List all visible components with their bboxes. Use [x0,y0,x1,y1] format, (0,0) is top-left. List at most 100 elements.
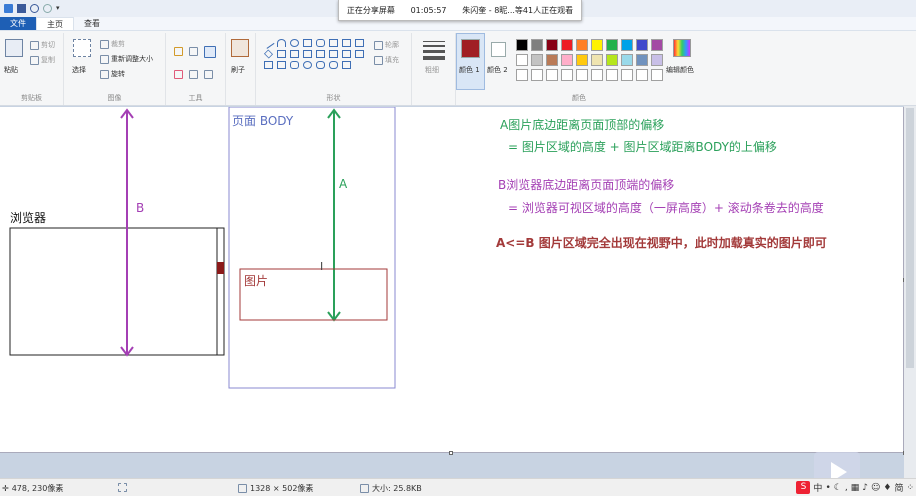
resize-button[interactable]: 重新调整大小 [100,54,153,64]
color1-button: 颜色 1 [459,65,480,75]
magnifier-icon[interactable] [204,70,213,79]
palette-swatch[interactable] [651,39,663,51]
color-picker-icon[interactable] [189,70,198,79]
hexagon-shape-icon[interactable] [290,50,299,58]
palette-swatch[interactable] [546,54,558,66]
vertical-scrollbar[interactable] [904,106,916,478]
cut-button[interactable]: 剪切 [30,40,55,50]
palette-swatch[interactable] [621,39,633,51]
palette-swatch[interactable] [561,39,573,51]
palette-swatch[interactable] [636,39,648,51]
crop-button[interactable]: 裁剪 [100,39,125,49]
custom-palette-swatch[interactable] [531,69,543,81]
palette-swatch[interactable] [561,54,573,66]
fill-bucket-icon [374,55,383,65]
redo-icon[interactable] [43,4,52,13]
pentagon-shape-icon[interactable] [277,50,286,58]
custom-palette-swatch[interactable] [636,69,648,81]
triangle-shape-icon[interactable] [342,39,351,47]
scrollbar-thumb[interactable] [906,108,914,368]
outline-button[interactable]: 轮廓 [374,40,399,50]
palette-swatch[interactable] [606,39,618,51]
palette-swatch[interactable] [651,54,663,66]
diamond-shape-icon[interactable] [263,49,274,59]
palette-swatch[interactable] [606,54,618,66]
five-point-star-shape-icon[interactable] [264,61,273,69]
palette-swatch[interactable] [531,54,543,66]
fill-icon[interactable] [189,47,198,56]
ime-chinese-toggle[interactable]: 中 [813,481,822,494]
custom-palette-swatch[interactable] [546,69,558,81]
line-shape-icon[interactable] [262,37,275,49]
cloud-callout-shape-icon[interactable] [316,61,325,69]
paste-button[interactable]: 粘贴 [4,65,18,75]
left-arrow-shape-icon[interactable] [316,50,325,58]
pencil-icon[interactable] [174,47,183,56]
custom-palette-swatch[interactable] [576,69,588,81]
rounded-callout-shape-icon[interactable] [290,61,299,69]
oval-shape-icon[interactable] [290,39,299,47]
up-arrow-shape-icon[interactable] [329,50,338,58]
dropdown-icon[interactable]: ▾ [56,4,65,13]
palette-swatch[interactable] [636,54,648,66]
curve-shape-icon[interactable] [277,39,286,47]
custom-palette-swatch[interactable] [651,69,663,81]
ime-logo-icon[interactable]: S [796,481,811,494]
eraser-icon[interactable] [174,70,183,79]
tab-home[interactable]: 主页 [36,17,74,30]
custom-palette-swatch[interactable] [561,69,573,81]
keyboard-icon[interactable]: ▦ [851,483,860,493]
four-point-star-shape-icon[interactable] [355,50,364,58]
color2-button[interactable]: 颜色 2 [487,65,508,75]
moon-icon[interactable]: ☾ [834,483,842,493]
palette-swatch[interactable] [516,54,528,66]
cursor-position-text: 478, 230像素 [11,484,64,493]
heart-shape-icon[interactable] [329,61,338,69]
tab-file[interactable]: 文件 [0,17,36,30]
drawing-canvas[interactable]: I 浏览器 B 页面 BODY A 图片 A图片底边距离页面顶部的偏移 = 图片… [0,107,904,453]
grid-icon[interactable]: ⁘ [906,483,914,493]
palette-swatch[interactable] [546,39,558,51]
fill-button[interactable]: 填充 [374,55,399,65]
tab-view[interactable]: 查看 [74,17,110,30]
copy-button[interactable]: 复制 [30,55,55,65]
palette-swatch[interactable] [576,54,588,66]
rotate-button[interactable]: 旋转 [100,69,125,79]
palette-swatch[interactable] [621,54,633,66]
lightning-shape-icon[interactable] [342,61,351,69]
thickness-button[interactable]: 粗细 [425,65,439,75]
edit-colors-button[interactable]: 编辑颜色 [666,65,694,75]
undo-icon[interactable] [30,4,39,13]
custom-palette-swatch[interactable] [516,69,528,81]
image-dimensions-text: 1328 × 502像素 [250,484,314,493]
oval-callout-shape-icon[interactable] [303,61,312,69]
custom-palette-swatch[interactable] [606,69,618,81]
brushes-button[interactable]: 刷子 [231,65,245,75]
microphone-icon[interactable]: ♪ [862,483,868,493]
palette-swatch[interactable] [591,39,603,51]
palette-swatch[interactable] [591,54,603,66]
custom-palette-swatch[interactable] [591,69,603,81]
custom-palette-swatch[interactable] [621,69,633,81]
polygon-shape-icon[interactable] [329,39,338,47]
rectangle-shape-icon[interactable] [303,39,312,47]
shirt-icon[interactable]: ♦ [883,483,891,493]
canvas-resize-handle-bottom[interactable] [449,451,453,455]
six-point-star-shape-icon[interactable] [277,61,286,69]
text-icon[interactable] [204,46,216,58]
crop-icon [100,39,109,49]
down-arrow-shape-icon[interactable] [342,50,351,58]
punctuation-icon[interactable]: • [825,483,830,493]
comma-icon[interactable]: , [845,483,848,493]
palette-swatch[interactable] [516,39,528,51]
simplified-chinese-toggle[interactable]: 简 [894,481,903,494]
rounded-rectangle-shape-icon[interactable] [316,39,325,47]
save-icon[interactable] [17,4,26,13]
color2-swatch[interactable] [491,42,506,57]
select-button[interactable]: 选择 [72,65,86,75]
right-arrow-shape-icon[interactable] [303,50,312,58]
right-triangle-shape-icon[interactable] [355,39,364,47]
palette-swatch[interactable] [531,39,543,51]
palette-swatch[interactable] [576,39,588,51]
user-icon[interactable]: ☺ [871,483,880,493]
